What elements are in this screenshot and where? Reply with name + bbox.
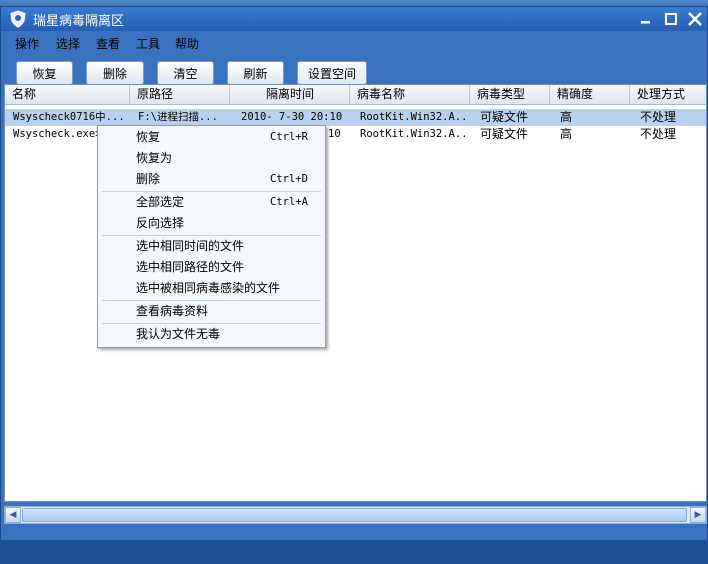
- scroll-right-icon[interactable]: ▶: [690, 507, 706, 523]
- title-bar: 瑞星病毒隔离区: [1, 7, 707, 31]
- ctx-same-virus-label: 选中被相同病毒感染的文件: [136, 281, 281, 295]
- close-icon[interactable]: [686, 10, 704, 28]
- list-header: 名称 原路径 隔离时间 病毒名称 病毒类型 精确度 处理方式: [5, 85, 706, 105]
- column-time[interactable]: 隔离时间: [230, 85, 350, 104]
- ctx-mark-not-virus[interactable]: 我认为文件无毒: [98, 324, 325, 345]
- column-accuracy[interactable]: 精确度: [550, 85, 630, 104]
- cell-virus-name: RootKit.Win32.A...: [360, 128, 470, 140]
- scroll-thumb[interactable]: [22, 508, 687, 522]
- ctx-select-same-time[interactable]: 选中相同时间的文件: [98, 236, 325, 257]
- ctx-view-virus-info[interactable]: 查看病毒资料: [98, 301, 325, 322]
- menu-tools[interactable]: 工具: [136, 35, 160, 52]
- ctx-same-time-label: 选中相同时间的文件: [136, 239, 245, 253]
- ctx-restore-shortcut: Ctrl+R: [270, 131, 308, 143]
- horizontal-scrollbar[interactable]: ◀ ▶: [4, 506, 707, 524]
- ctx-restore[interactable]: 恢复 Ctrl+R: [98, 127, 325, 148]
- column-action[interactable]: 处理方式: [630, 85, 706, 104]
- ctx-invert-label: 反向选择: [136, 216, 185, 230]
- cell-path: F:\进程扫描...: [138, 111, 218, 123]
- background-status-strip: [0, 540, 708, 564]
- ctx-restore-as[interactable]: 恢复为: [98, 148, 325, 169]
- refresh-button[interactable]: 刷新: [227, 61, 284, 85]
- cell-name: Wsyscheck0716中...: [13, 111, 125, 123]
- rising-shield-logo-icon: [10, 10, 26, 28]
- menu-select[interactable]: 选择: [56, 35, 80, 52]
- cell-action: 不处理: [640, 110, 677, 124]
- restore-button[interactable]: 恢复: [16, 61, 73, 85]
- ctx-not-virus-label: 我认为文件无毒: [136, 327, 221, 341]
- cell-accuracy: 高: [560, 110, 573, 124]
- cell-virus-type: 可疑文件: [480, 110, 529, 124]
- ctx-select-same-path[interactable]: 选中相同路径的文件: [98, 257, 325, 278]
- delete-button[interactable]: 删除: [86, 61, 144, 85]
- ctx-restore-label: 恢复: [136, 130, 161, 144]
- menu-help[interactable]: 帮助: [175, 35, 199, 52]
- cell-action: 不处理: [640, 127, 677, 141]
- clear-button[interactable]: 清空: [157, 61, 214, 85]
- ctx-select-same-virus[interactable]: 选中被相同病毒感染的文件: [98, 278, 325, 299]
- context-menu: 恢复 Ctrl+R 恢复为 删除 Ctrl+D 全部选定 Ctrl+A 反向选择…: [97, 125, 326, 348]
- cell-accuracy: 高: [560, 127, 573, 141]
- table-row[interactable]: Wsyscheck0716中... F:\进程扫描... 2010- 7-30 …: [5, 109, 706, 126]
- cell-virus-type: 可疑文件: [480, 127, 529, 141]
- menu-bar: 操作 选择 查看 工具 帮助: [1, 31, 707, 55]
- minimize-icon[interactable]: [637, 10, 655, 28]
- menu-view[interactable]: 查看: [96, 35, 120, 52]
- cell-time: 2010- 7-30 20:10: [241, 111, 343, 123]
- maximize-icon[interactable]: [662, 10, 680, 28]
- column-virus-type[interactable]: 病毒类型: [470, 85, 550, 104]
- cell-virus-name: RootKit.Win32.A...: [360, 111, 470, 123]
- set-space-button[interactable]: 设置空间: [297, 61, 367, 85]
- menu-operate[interactable]: 操作: [15, 35, 39, 52]
- ctx-delete-label: 删除: [136, 172, 161, 186]
- column-name[interactable]: 名称: [5, 85, 130, 104]
- ctx-invert-selection[interactable]: 反向选择: [98, 213, 325, 234]
- ctx-delete-shortcut: Ctrl+D: [270, 173, 308, 185]
- column-path[interactable]: 原路径: [130, 85, 230, 104]
- window-title: 瑞星病毒隔离区: [33, 14, 125, 29]
- ctx-delete[interactable]: 删除 Ctrl+D: [98, 169, 325, 190]
- ctx-virus-info-label: 查看病毒资料: [136, 304, 209, 318]
- column-virus-name[interactable]: 病毒名称: [350, 85, 470, 104]
- ctx-select-all-label: 全部选定: [136, 195, 185, 209]
- ctx-select-all-shortcut: Ctrl+A: [270, 196, 308, 208]
- ctx-restore-as-label: 恢复为: [136, 151, 173, 165]
- ctx-select-all[interactable]: 全部选定 Ctrl+A: [98, 192, 325, 213]
- scroll-left-icon[interactable]: ◀: [5, 507, 21, 523]
- ctx-same-path-label: 选中相同路径的文件: [136, 260, 245, 274]
